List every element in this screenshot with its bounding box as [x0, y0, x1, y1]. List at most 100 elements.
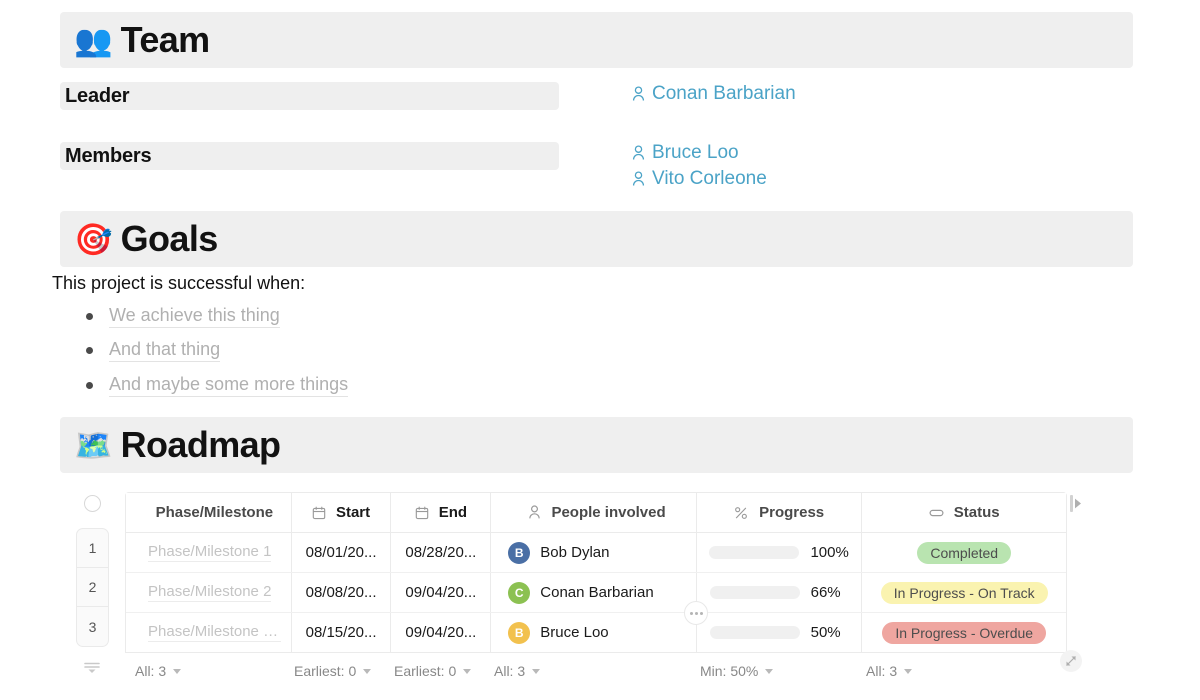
cell-people-involved[interactable]: C Conan Barbarian [491, 573, 697, 612]
footer-agg-status[interactable]: All: 3 [866, 663, 912, 679]
cell-status[interactable]: Completed [862, 533, 1066, 572]
section-title-team: Team [121, 22, 210, 58]
column-header-phase-milestone[interactable]: Phase/Milestone [126, 493, 292, 532]
column-header-label: Progress [759, 504, 824, 521]
goal-text: And that thing [109, 339, 220, 362]
section-header-goals: 🎯 Goals [60, 211, 1133, 267]
row-number[interactable]: 3 [77, 607, 108, 646]
chevron-down-icon [904, 669, 912, 674]
collapse-rows-icon[interactable] [83, 661, 101, 680]
footer-agg-label: All: 3 [135, 663, 166, 679]
status-badge: Completed [917, 542, 1011, 564]
cell-progress[interactable]: 66% [697, 573, 863, 612]
person-icon [632, 171, 645, 187]
progress-bar [710, 626, 800, 639]
cell-people-involved[interactable]: B Bob Dylan [491, 533, 697, 572]
cell-end-date[interactable]: 09/04/20... [391, 613, 491, 652]
progress-label: 100% [810, 544, 848, 561]
member-name: Vito Corleone [652, 168, 767, 190]
phase-name: Phase/Milestone 1 [148, 543, 271, 562]
dot [690, 612, 693, 615]
cell-phase-milestone[interactable]: Phase/Milestone 2 [126, 573, 292, 612]
goal-list-item-2[interactable]: And maybe some more things [86, 374, 348, 397]
footer-agg-start[interactable]: Earliest: 0 [294, 663, 371, 679]
section-title-roadmap: Roadmap [121, 427, 281, 463]
progress-label: 50% [811, 624, 849, 641]
table-footer: All: 3 Earliest: 0 Earliest: 0 All: 3 Mi… [76, 658, 1086, 688]
phase-name: Phase/Milestone 3... [148, 623, 281, 642]
section-header-team: 👥 Team [60, 12, 1133, 68]
progress-bar [709, 546, 799, 559]
cell-end-date[interactable]: 08/28/20... [391, 533, 491, 572]
row-number-stack: 1 2 3 [76, 528, 109, 647]
footer-agg-label: Min: 50% [700, 663, 758, 679]
member-name: Bruce Loo [652, 142, 739, 164]
cell-start-date[interactable]: 08/15/20... [292, 613, 392, 652]
cell-end-date[interactable]: 09/04/20... [391, 573, 491, 612]
row-gutter: 1 2 3 [76, 492, 109, 647]
member-person-link-1[interactable]: Vito Corleone [632, 168, 767, 190]
footer-agg-progress[interactable]: Min: 50% [700, 663, 773, 679]
cell-progress[interactable]: 100% [697, 533, 863, 572]
person-name: Bob Dylan [540, 544, 609, 561]
column-header-start[interactable]: Start [292, 493, 392, 532]
cell-progress[interactable]: 50% [697, 613, 863, 652]
target-emoji: 🎯 [74, 224, 113, 255]
leader-label: Leader [65, 85, 129, 108]
status-badge: In Progress - On Track [881, 582, 1048, 604]
footer-agg-label: All: 3 [866, 663, 897, 679]
select-all-checkbox[interactable] [84, 495, 101, 512]
column-header-status[interactable]: Status [862, 493, 1066, 532]
resize-corner-icon [1065, 655, 1077, 667]
chevron-right-icon [1074, 498, 1082, 509]
member-person-link-0[interactable]: Bruce Loo [632, 142, 739, 164]
row-actions-button[interactable] [684, 601, 708, 625]
field-label-members: Members [60, 142, 559, 170]
cell-phase-milestone[interactable]: Phase/Milestone 1 [126, 533, 292, 572]
column-header-end[interactable]: End [391, 493, 491, 532]
table-body: Phase/Milestone 1 08/01/20... 08/28/20..… [126, 533, 1066, 652]
resize-handle[interactable] [1060, 650, 1082, 672]
column-header-label: Start [336, 504, 370, 521]
footer-agg-phase-milestone[interactable]: All: 3 [135, 663, 181, 679]
scroll-bar [1070, 495, 1073, 512]
cell-people-involved[interactable]: B Bruce Loo [491, 613, 697, 652]
progress-bar [710, 586, 800, 599]
phase-name: Phase/Milestone 2 [148, 583, 271, 602]
cell-phase-milestone[interactable]: Phase/Milestone 3... [126, 613, 292, 652]
footer-agg-end[interactable]: Earliest: 0 [394, 663, 474, 679]
column-header-progress[interactable]: Progress [697, 493, 863, 532]
column-header-people-involved[interactable]: People involved [491, 493, 697, 532]
footer-agg-label: All: 3 [494, 663, 525, 679]
cell-status[interactable]: In Progress - Overdue [862, 613, 1066, 652]
row-number[interactable]: 1 [77, 529, 108, 568]
cell-start-date[interactable]: 08/01/20... [292, 533, 392, 572]
percent-icon [734, 506, 748, 520]
leader-person-link[interactable]: Conan Barbarian [632, 83, 796, 105]
goal-list-item-1[interactable]: And that thing [86, 339, 220, 362]
column-header-label: Status [954, 504, 1000, 521]
table-row[interactable]: Phase/Milestone 3... 08/15/20... 09/04/2… [126, 613, 1066, 652]
footer-agg-label: Earliest: 0 [394, 663, 456, 679]
cell-start-date[interactable]: 08/08/20... [292, 573, 392, 612]
chevron-down-icon [363, 669, 371, 674]
row-number[interactable]: 2 [77, 568, 108, 607]
person-icon [632, 86, 645, 102]
avatar: B [508, 622, 530, 644]
bullet-icon [86, 382, 93, 389]
project-page: 👥 Team Leader Conan Barbarian Members Br… [0, 0, 1200, 700]
dot [700, 612, 703, 615]
world-map-emoji: 🗺️ [74, 430, 113, 461]
progress-label: 66% [811, 584, 849, 601]
column-header-label: End [439, 504, 467, 521]
table-row[interactable]: Phase/Milestone 1 08/01/20... 08/28/20..… [126, 533, 1066, 573]
table-row[interactable]: Phase/Milestone 2 08/08/20... 09/04/20..… [126, 573, 1066, 613]
goal-text: And maybe some more things [109, 374, 348, 397]
table-header-row: Phase/Milestone Start End [126, 493, 1066, 533]
goal-list-item-0[interactable]: We achieve this thing [86, 305, 280, 328]
horizontal-scroll-indicator[interactable] [1070, 495, 1082, 512]
avatar: C [508, 582, 530, 604]
footer-agg-people[interactable]: All: 3 [494, 663, 540, 679]
footer-agg-label: Earliest: 0 [294, 663, 356, 679]
cell-status[interactable]: In Progress - On Track [862, 573, 1066, 612]
